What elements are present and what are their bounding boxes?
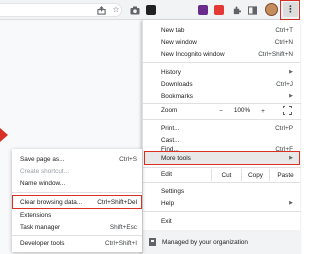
menu-divider — [143, 62, 301, 63]
submenu-item-label: Create shortcut... — [20, 168, 70, 175]
menu-item-shortcut: Ctrl+T — [275, 26, 293, 34]
menu-item-shortcut: Ctrl+P — [275, 124, 293, 132]
extension-gallery-icon[interactable] — [198, 5, 208, 15]
profile-avatar[interactable] — [265, 3, 278, 16]
chevron-right-icon: ▶ — [289, 155, 293, 161]
submenu-item-label: Name window... — [20, 180, 66, 187]
zoom-value: 100% — [233, 107, 251, 114]
menu-item-label: Print... — [161, 124, 180, 132]
managed-by-org[interactable]: Managed by your organization — [143, 230, 301, 254]
submenu-item-task-manager[interactable]: Task manager Shift+Esc — [12, 222, 142, 233]
bookmark-star-icon[interactable]: ☆ — [110, 4, 122, 16]
menu-item-shortcut: Ctrl+J — [276, 80, 293, 88]
menu-item-history[interactable]: History ▶ — [143, 66, 301, 78]
tab-icon[interactable] — [246, 4, 258, 16]
menu-item-print[interactable]: Print... Ctrl+P — [143, 122, 301, 134]
submenu-divider — [12, 192, 142, 193]
menu-item-label: New window — [161, 38, 197, 46]
submenu-item-shortcut: Ctrl+Shift+I — [105, 240, 137, 247]
chevron-right-icon: ▶ — [289, 93, 293, 99]
menu-item-bookmarks[interactable]: Bookmarks ▶ — [143, 90, 301, 102]
submenu-item-label: Developer tools — [20, 240, 65, 247]
submenu-item-label: Task manager — [20, 224, 61, 231]
submenu-item-shortcut: Shift+Esc — [109, 224, 137, 231]
cut-button[interactable]: Cut — [211, 169, 241, 181]
menu-item-exit[interactable]: Exit — [143, 215, 301, 227]
submenu-item-clear-browsing-data[interactable]: Clear browsing data... Ctrl+Shift+Del — [12, 195, 142, 209]
menu-item-label: More tools — [161, 154, 191, 162]
camera-icon[interactable] — [129, 4, 141, 16]
menu-item-label: Exit — [161, 217, 172, 225]
pointer-arrow-icon — [0, 128, 8, 142]
more-tools-submenu: Save page as... Ctrl+S Create shortcut..… — [12, 149, 142, 252]
building-icon — [149, 238, 156, 246]
browser-toolbar: ☆ ⋮ — [0, 0, 300, 20]
extension-black-icon[interactable] — [146, 5, 156, 15]
menu-item-label: History — [161, 68, 181, 76]
menu-item-shortcut: Ctrl+N — [274, 38, 293, 46]
paste-button[interactable]: Paste — [269, 169, 301, 181]
chrome-main-menu: New tab Ctrl+T New window Ctrl+N New Inc… — [142, 20, 301, 254]
menu-item-settings[interactable]: Settings — [143, 185, 301, 197]
fullscreen-icon[interactable] — [282, 105, 292, 115]
extension-red-icon[interactable] — [214, 5, 224, 15]
menu-divider — [143, 119, 301, 120]
submenu-divider — [12, 235, 142, 236]
submenu-item-developer-tools[interactable]: Developer tools Ctrl+Shift+I — [12, 238, 142, 249]
submenu-item-label: Clear browsing data... — [20, 198, 83, 206]
chevron-right-icon: ▶ — [289, 69, 293, 75]
menu-item-downloads[interactable]: Downloads Ctrl+J — [143, 78, 301, 90]
menu-item-label: New tab — [161, 26, 185, 34]
menu-item-label: Downloads — [161, 80, 193, 88]
chevron-right-icon: ▶ — [289, 200, 293, 206]
menu-item-new-window[interactable]: New window Ctrl+N — [143, 36, 301, 48]
submenu-item-shortcut: Ctrl+S — [119, 156, 137, 163]
menu-item-label: Help — [161, 199, 175, 207]
menu-divider — [143, 167, 301, 168]
menu-item-help[interactable]: Help ▶ — [143, 197, 301, 209]
menu-item-label: New Incognito window — [161, 50, 225, 58]
menu-kebab-icon[interactable]: ⋮ — [283, 2, 298, 17]
menu-item-new-tab[interactable]: New tab Ctrl+T — [143, 24, 301, 36]
menu-item-label: Cast... — [161, 136, 180, 144]
menu-divider — [143, 182, 301, 183]
menu-item-more-tools[interactable]: More tools ▶ — [144, 151, 300, 165]
zoom-label: Zoom — [161, 107, 178, 114]
submenu-item-name-window[interactable]: Name window... — [12, 178, 142, 189]
submenu-item-extensions[interactable]: Extensions — [12, 210, 142, 221]
zoom-row: Zoom − 100% + — [143, 104, 301, 118]
copy-button[interactable]: Copy — [241, 169, 269, 181]
menu-item-label: Bookmarks — [161, 92, 193, 100]
zoom-out-button[interactable]: − — [213, 105, 229, 117]
edit-label: Edit — [161, 171, 173, 178]
submenu-item-label: Extensions — [20, 212, 52, 219]
puzzle-icon[interactable] — [230, 4, 242, 16]
submenu-item-shortcut: Ctrl+Shift+Del — [97, 198, 137, 206]
edit-row: Edit Cut Copy Paste — [143, 169, 301, 181]
menu-divider — [143, 211, 301, 212]
submenu-item-save-page[interactable]: Save page as... Ctrl+S — [12, 154, 142, 165]
submenu-item-create-shortcut: Create shortcut... — [12, 166, 142, 177]
share-icon[interactable] — [95, 4, 107, 16]
menu-item-shortcut: Ctrl+Shift+N — [258, 50, 293, 58]
menu-item-new-incognito[interactable]: New Incognito window Ctrl+Shift+N — [143, 48, 301, 60]
managed-label: Managed by your organization — [162, 238, 248, 246]
submenu-item-label: Save page as... — [20, 156, 65, 163]
menu-item-label: Settings — [161, 187, 185, 195]
zoom-in-button[interactable]: + — [255, 105, 271, 117]
